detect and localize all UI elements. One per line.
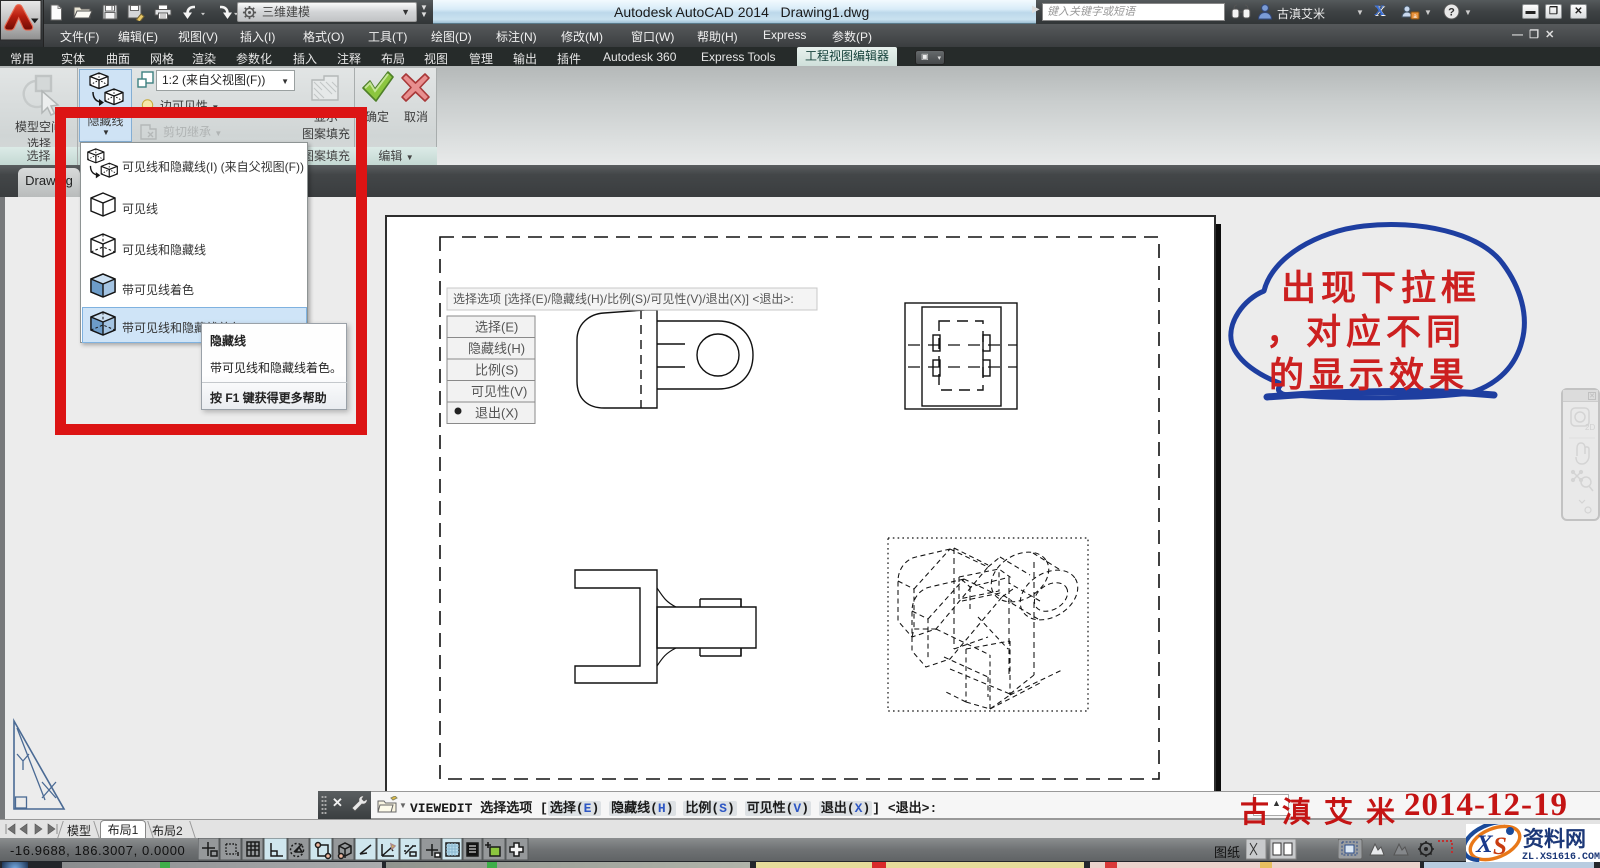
svg-text:可见性(V): 可见性(V) bbox=[471, 384, 527, 399]
svg-text:选择选项 [选择(E)/隐藏线(H)/比例(S)/可见性(V: 选择选项 [选择(E)/隐藏线(H)/比例(S)/可见性(V)/退出(X)] <… bbox=[453, 292, 794, 306]
svg-text:退出(X): 退出(X) bbox=[475, 406, 518, 421]
svg-text:S: S bbox=[1493, 833, 1507, 860]
svg-text:比例(S): 比例(S) bbox=[475, 363, 518, 378]
svg-text:隐藏线(H): 隐藏线(H) bbox=[468, 341, 525, 356]
svg-text:2D: 2D bbox=[1585, 423, 1595, 432]
svg-text:ZL.XS1616.COM: ZL.XS1616.COM bbox=[1522, 852, 1600, 862]
svg-text:选择(E): 选择(E) bbox=[475, 320, 518, 335]
svg-text:资料网: 资料网 bbox=[1523, 828, 1586, 851]
svg-text:X: X bbox=[1475, 831, 1494, 858]
svg-text:?: ? bbox=[1448, 7, 1455, 19]
